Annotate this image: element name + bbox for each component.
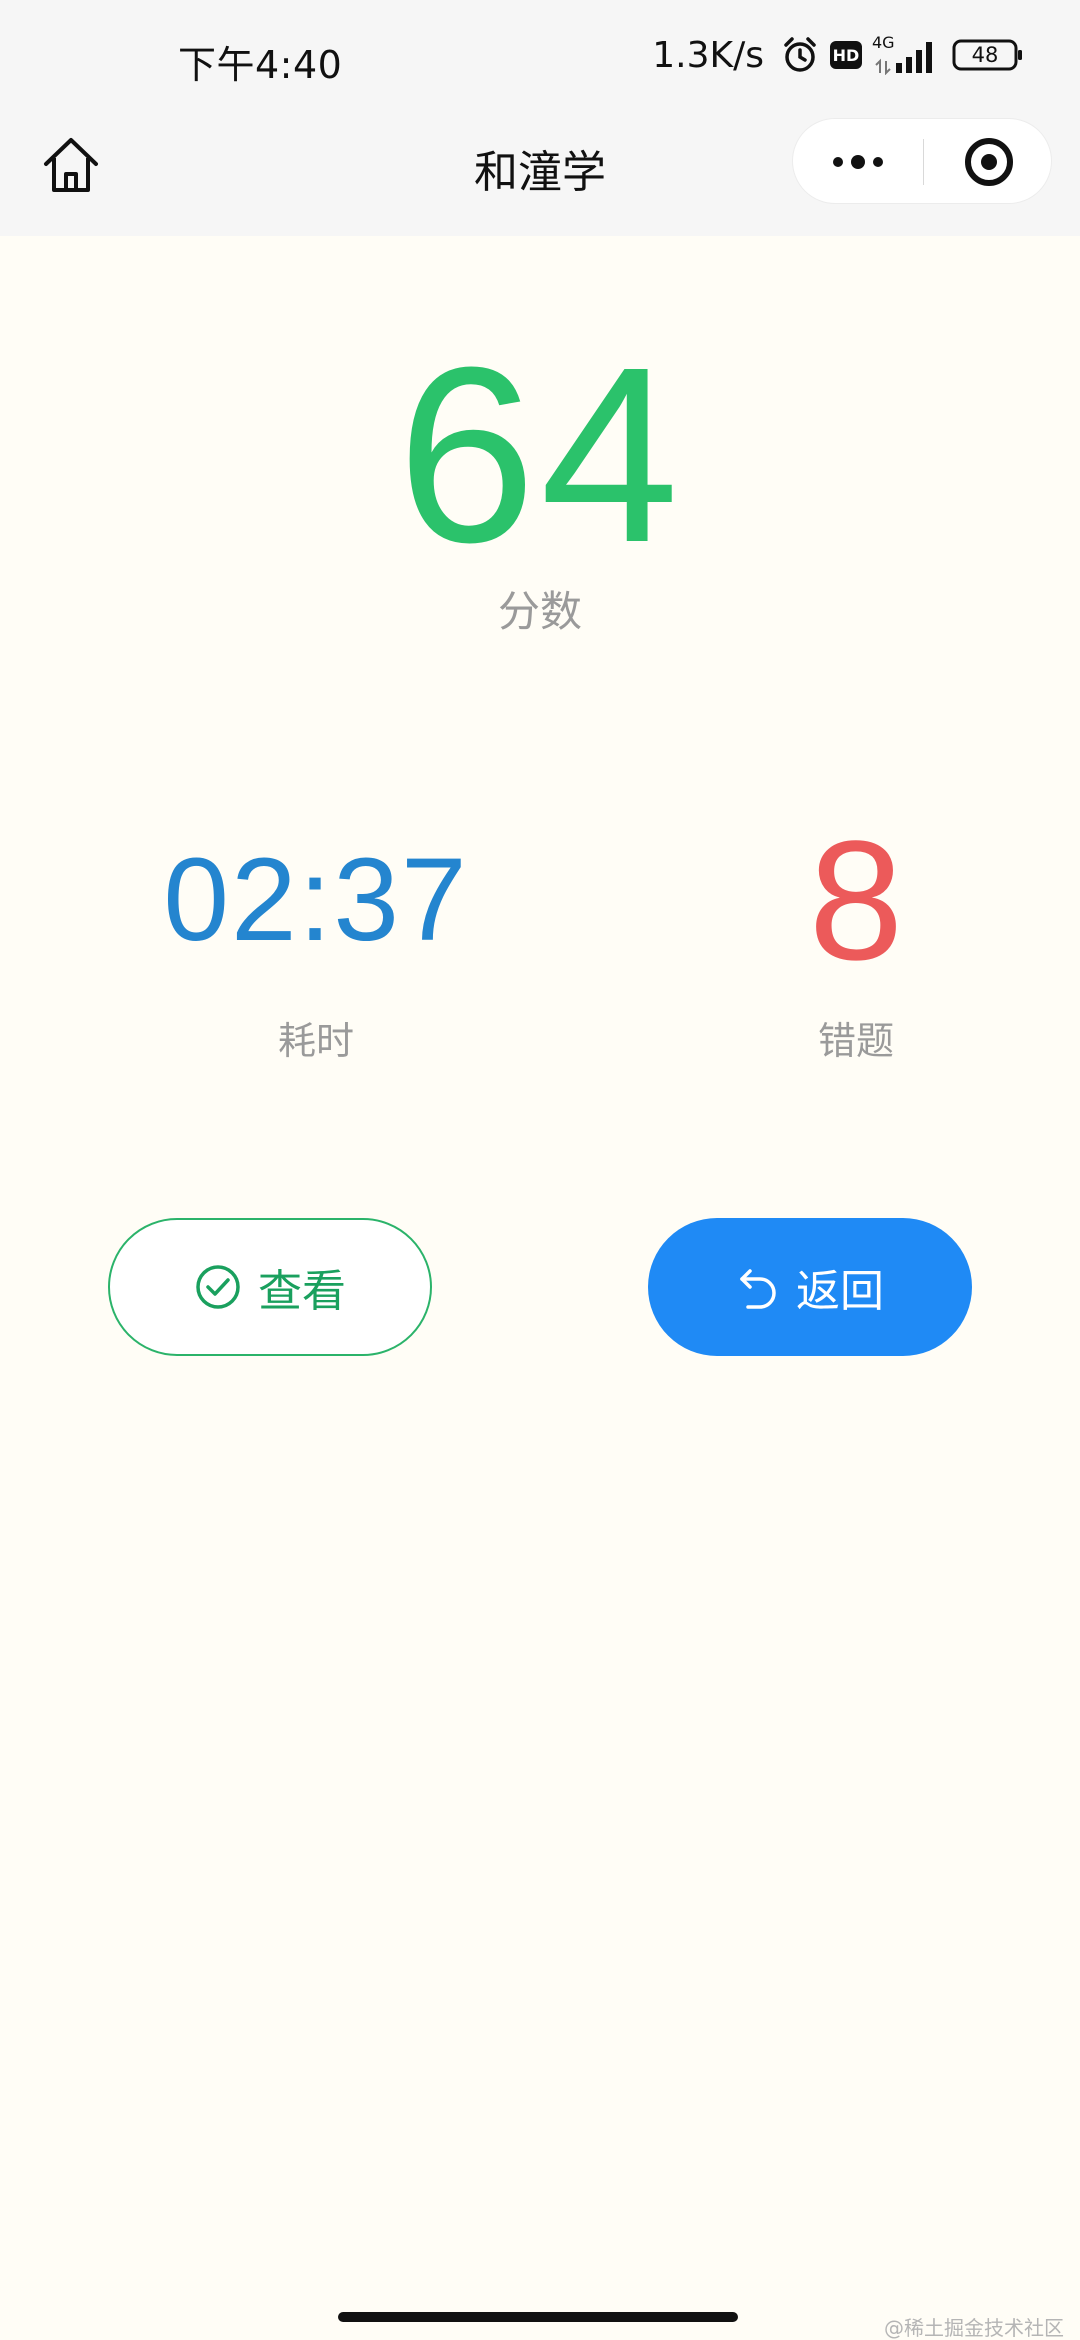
stat-wrong: 8 错题 — [586, 816, 1080, 1065]
result-screen: 下午4:40 1.3K/s HD 4G 48 和潼学 64 分数 02:37 耗… — [0, 0, 1080, 2340]
alarm-icon — [780, 35, 820, 75]
back-button-label: 返回 — [796, 1266, 884, 1317]
status-bar: 下午4:40 1.3K/s HD 4G 48 — [0, 0, 1080, 118]
time-value: 02:37 — [163, 834, 469, 966]
title-bar: 和潼学 — [0, 118, 1080, 236]
check-circle-icon — [196, 1265, 240, 1309]
stat-time: 02:37 耗时 — [46, 830, 586, 1065]
back-button[interactable]: 返回 — [648, 1218, 972, 1356]
close-button[interactable] — [924, 119, 1053, 205]
view-button[interactable]: 查看 — [108, 1218, 432, 1356]
home-indicator[interactable] — [338, 2312, 738, 2322]
more-dots-icon — [833, 155, 883, 169]
wrong-label: 错题 — [817, 1019, 894, 1063]
target-icon — [964, 138, 1013, 186]
undo-arrow-icon — [740, 1269, 776, 1309]
wrong-value: 8 — [808, 806, 904, 996]
score-label: 分数 — [497, 587, 582, 636]
view-button-label: 查看 — [258, 1266, 346, 1317]
battery-level: 48 — [971, 43, 999, 67]
hd-badge: HD — [830, 41, 862, 69]
signal-icon: 4G — [872, 33, 942, 75]
score-value: 64 — [396, 315, 684, 594]
battery-icon: 48 — [952, 38, 1024, 72]
net-speed: 1.3K/s — [652, 34, 764, 76]
status-icons: 1.3K/s HD 4G 48 — [652, 30, 1024, 80]
mini-program-capsule — [792, 118, 1052, 204]
time-label: 耗时 — [277, 1019, 354, 1063]
watermark: @稀土掘金技术社区 — [884, 2316, 1064, 2340]
status-time: 下午4:40 — [178, 43, 343, 87]
more-button[interactable] — [793, 119, 923, 205]
